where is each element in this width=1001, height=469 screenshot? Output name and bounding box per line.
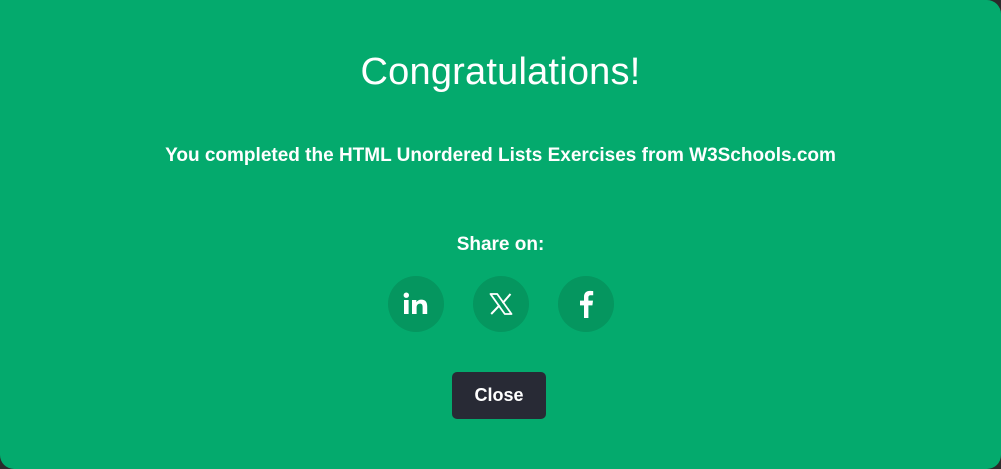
share-facebook-button[interactable] bbox=[557, 276, 614, 332]
close-button[interactable]: Close bbox=[452, 372, 546, 419]
facebook-icon bbox=[578, 290, 594, 318]
share-label: Share on: bbox=[456, 234, 545, 255]
congratulations-modal: Congratulations! You completed the HTML … bbox=[0, 0, 1001, 469]
share-buttons bbox=[0, 276, 1001, 332]
share-linkedin-button[interactable] bbox=[387, 276, 444, 332]
linkedin-icon bbox=[403, 292, 429, 316]
share-x-button[interactable] bbox=[472, 276, 529, 332]
x-icon bbox=[489, 293, 513, 315]
modal-title: Congratulations! bbox=[360, 51, 641, 93]
completion-message: You completed the HTML Unordered Lists E… bbox=[165, 145, 836, 166]
